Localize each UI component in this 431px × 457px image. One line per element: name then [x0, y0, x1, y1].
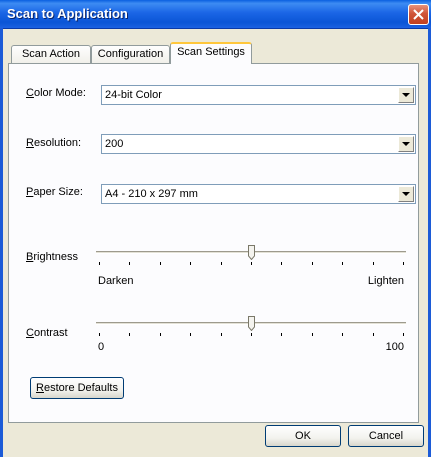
close-button[interactable]: [408, 4, 429, 25]
window-title: Scan to Application: [7, 6, 128, 21]
slider-thumb-icon[interactable]: [248, 245, 255, 260]
resolution-label: Resolution:: [26, 137, 82, 149]
tab-label: Scan Settings: [177, 46, 245, 58]
tab-label: Configuration: [97, 48, 164, 60]
paper-size-value: A4 - 210 x 297 mm: [105, 188, 198, 200]
close-icon: [413, 9, 424, 20]
slider-tick: [221, 262, 222, 265]
cancel-label: Cancel: [368, 430, 404, 442]
slider-tick: [373, 333, 374, 336]
slider-tick: [403, 333, 404, 336]
slider-tick: [190, 262, 191, 265]
slider-tick: [373, 262, 374, 265]
slider-thumb-icon[interactable]: [248, 316, 255, 331]
brightness-min-label: Darken: [98, 275, 134, 287]
color-mode-label: Color Mode:: [26, 87, 86, 99]
paper-size-dropdown-button[interactable]: [398, 186, 414, 202]
tab-label: Scan Action: [21, 48, 81, 60]
slider-tick: [99, 262, 100, 265]
resolution-dropdown-button[interactable]: [398, 136, 414, 152]
slider-tick: [312, 262, 313, 265]
slider-tick: [281, 333, 282, 336]
slider-tick: [221, 333, 222, 336]
resolution-value: 200: [105, 138, 124, 150]
slider-tick: [251, 262, 252, 265]
dropdown-arrow-icon: [402, 93, 410, 97]
ok-button[interactable]: OK: [265, 425, 341, 447]
scan-settings-panel: Color Mode: 24-bit Color Resolution: 200…: [8, 63, 419, 423]
paper-size-select[interactable]: A4 - 210 x 297 mm: [101, 184, 416, 204]
slider-tick: [160, 262, 161, 265]
window-frame-left: [0, 28, 3, 457]
slider-tick: [129, 262, 130, 265]
cancel-button[interactable]: Cancel: [348, 425, 424, 447]
dropdown-arrow-icon: [402, 142, 410, 146]
slider-tick: [342, 333, 343, 336]
color-mode-select[interactable]: 24-bit Color: [101, 85, 416, 105]
tab-configuration[interactable]: Configuration: [91, 45, 170, 63]
contrast-max-label: 100: [385, 341, 404, 353]
slider-tick: [251, 333, 252, 336]
slider-tick: [160, 333, 161, 336]
brightness-label: Brightness: [26, 251, 78, 263]
color-mode-dropdown-button[interactable]: [398, 87, 414, 103]
title-bar: Scan to Application: [0, 0, 431, 29]
restore-defaults-button[interactable]: Restore Defaults: [30, 377, 124, 399]
resolution-select[interactable]: 200: [101, 134, 416, 154]
slider-tick: [190, 333, 191, 336]
dropdown-arrow-icon: [402, 192, 410, 196]
contrast-min-label: 0: [98, 341, 105, 353]
ok-label: OK: [295, 430, 311, 442]
contrast-label: Contrast: [26, 327, 68, 339]
brightness-max-label: Lighten: [367, 275, 404, 287]
tab-scan-settings[interactable]: Scan Settings: [170, 42, 252, 64]
slider-tick: [99, 333, 100, 336]
tab-scan-action[interactable]: Scan Action: [11, 45, 91, 63]
color-mode-value: 24-bit Color: [105, 89, 162, 101]
slider-tick: [129, 333, 130, 336]
slider-tick: [403, 262, 404, 265]
slider-tick: [281, 262, 282, 265]
slider-tick: [312, 333, 313, 336]
paper-size-label: Paper Size:: [26, 186, 83, 198]
slider-tick: [342, 262, 343, 265]
